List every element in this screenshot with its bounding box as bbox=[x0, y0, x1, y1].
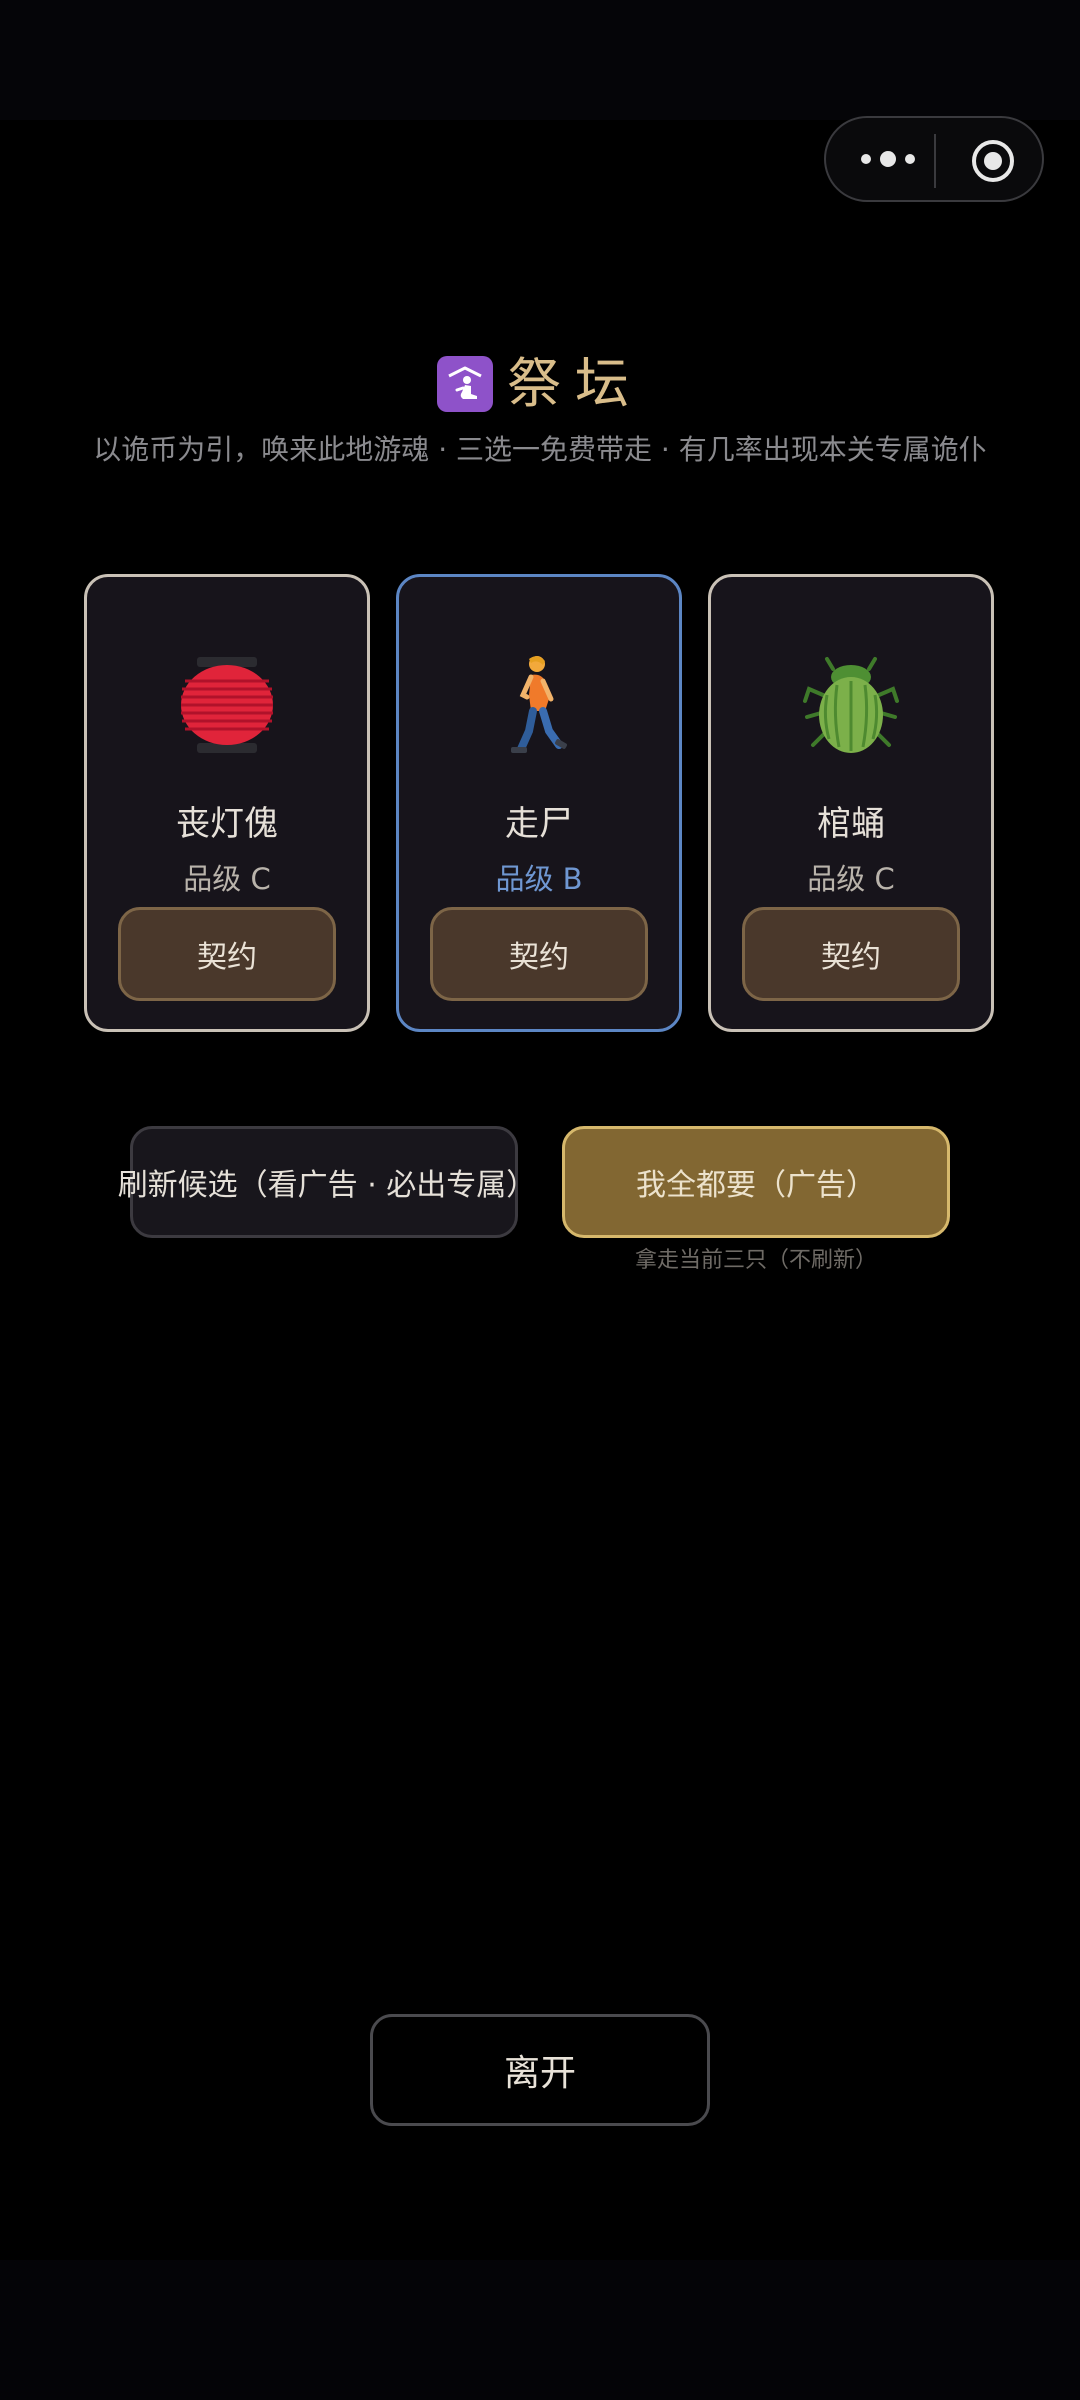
page-subtitle: 以诡币为引，唤来此地游魂 · 三选一免费带走 · 有几率出现本关专属诡仆 bbox=[93, 433, 987, 466]
mini-program-capsule bbox=[824, 116, 1044, 202]
card-grade: 品级 C bbox=[183, 862, 271, 896]
take-all-note: 拿走当前三只（不刷新） bbox=[634, 1248, 877, 1273]
card-grade: 品级 B bbox=[495, 862, 583, 896]
contract-button[interactable]: 契约 bbox=[430, 907, 648, 1001]
card-name: 丧灯傀 bbox=[176, 804, 278, 844]
page-title-row: 祭坛 bbox=[0, 348, 1080, 420]
card-name: 棺蛹 bbox=[817, 804, 885, 844]
leave-button[interactable]: 离开 bbox=[370, 2014, 710, 2126]
refresh-candidates-button[interactable]: 刷新候选（看广告 · 必出专属） bbox=[118, 1126, 536, 1238]
red-lantern-icon bbox=[87, 655, 367, 765]
page-title: 祭坛 bbox=[507, 352, 643, 415]
minion-card-beetle[interactable]: 棺蛹 品级 C 契约 bbox=[708, 574, 994, 1032]
more-dots-icon[interactable] bbox=[858, 144, 918, 174]
contract-button[interactable]: 契约 bbox=[742, 907, 960, 1001]
target-circle-icon[interactable] bbox=[970, 138, 1016, 184]
walking-person-icon bbox=[399, 655, 679, 765]
contract-button[interactable]: 契约 bbox=[118, 907, 336, 1001]
capsule-divider bbox=[934, 134, 936, 188]
bottom-safe-area bbox=[0, 2260, 1080, 2400]
card-grade: 品级 C bbox=[807, 862, 895, 896]
minion-card-lantern[interactable]: 丧灯傀 品级 C 契约 bbox=[84, 574, 370, 1032]
refresh-button-label: 刷新候选（看广告 · 必出专属） bbox=[117, 1168, 537, 1203]
take-all-button[interactable]: 我全都要（广告） bbox=[562, 1126, 950, 1238]
kneeling-worship-icon bbox=[437, 356, 493, 412]
status-bar bbox=[0, 0, 1080, 120]
minion-card-walker[interactable]: 走尸 品级 B 契约 bbox=[396, 574, 682, 1032]
green-beetle-icon bbox=[711, 655, 991, 765]
card-name: 走尸 bbox=[505, 804, 573, 844]
